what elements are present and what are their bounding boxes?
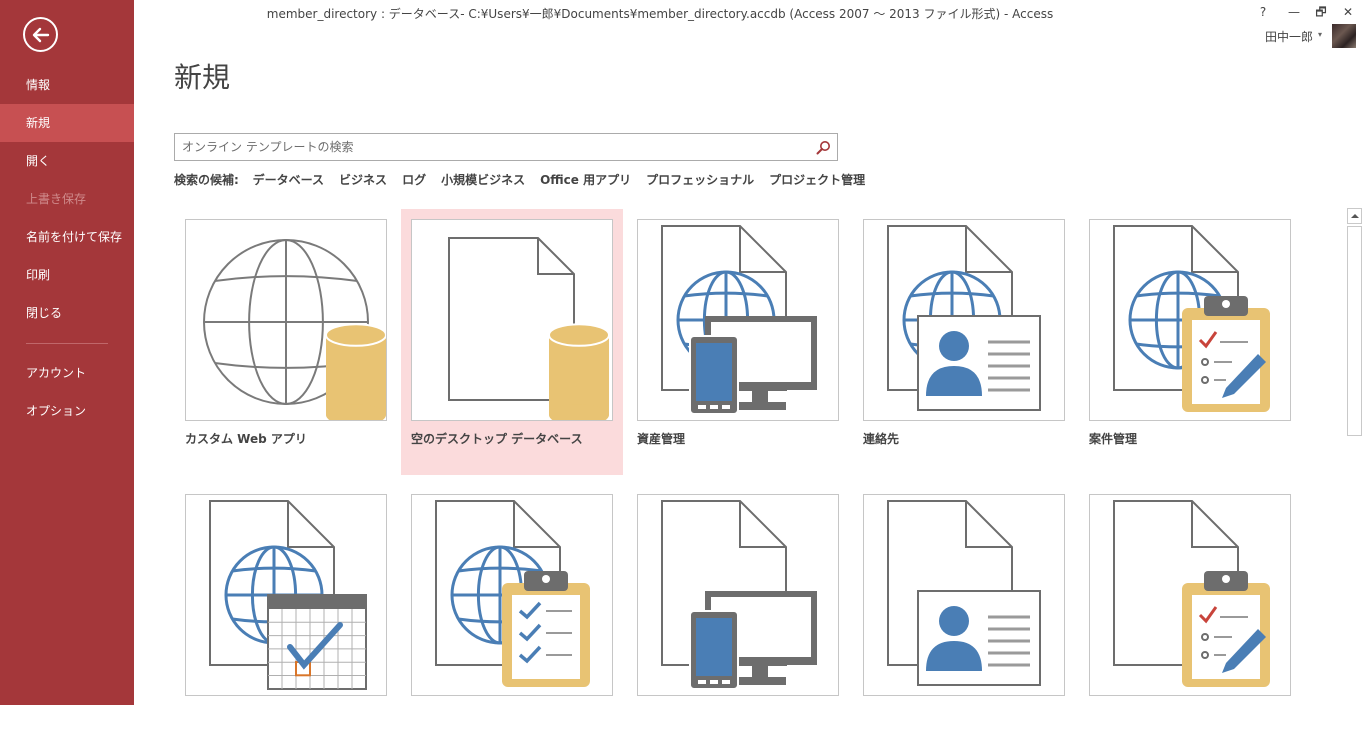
template-tile[interactable] (1089, 494, 1315, 734)
scrollbar-thumb[interactable] (1347, 226, 1362, 436)
nav-separator (26, 343, 108, 344)
template-search-input[interactable] (175, 134, 805, 160)
template-tile[interactable]: 空のデスクトップ データベース (401, 209, 623, 475)
nav-item-save: 上書き保存 (26, 192, 87, 206)
web-clipboard-pen-icon (1113, 225, 1270, 412)
clipboard-pen-icon (1113, 500, 1270, 687)
vertical-scrollbar[interactable] (1347, 208, 1362, 705)
search-icon[interactable] (816, 140, 831, 155)
template-caption: 資産管理 (637, 432, 686, 446)
blank-document-database-icon (448, 237, 610, 420)
nav-item-info[interactable]: 情報 (0, 66, 134, 104)
template-thumbnail (1089, 494, 1291, 696)
template-caption: カスタム Web アプリ (185, 432, 307, 446)
window-title: member_directory : データベース- C:¥Users¥一郎¥D… (266, 7, 1054, 21)
scroll-up-arrow-icon[interactable] (1347, 208, 1362, 224)
devices-icon (661, 500, 817, 690)
search-suggestions: 検索の候補: データベース ビジネス ログ 小規模ビジネス Office 用アプリ プロフ… (174, 171, 880, 188)
user-name[interactable]: 田中一郎 (1265, 28, 1313, 45)
template-thumbnail (185, 494, 387, 696)
web-calendar-check-icon (209, 500, 367, 690)
web-contact-card-icon (887, 225, 1041, 411)
template-thumbnail (185, 219, 387, 421)
template-caption: 空のデスクトップ データベース (411, 432, 583, 446)
web-devices-icon (661, 225, 817, 415)
suggestions-label: 検索の候補: (174, 173, 239, 187)
backstage-nav: 情報 新規 開く上書き保存名前を付けて保存 印刷 閉じるアカウント オプション (0, 0, 134, 705)
page-title: 新規 (174, 61, 231, 94)
nav-item-account[interactable]: アカウント (0, 354, 134, 392)
template-tile[interactable]: 資産管理 (637, 219, 863, 459)
suggestion-link[interactable]: プロフェッショナル (646, 173, 754, 187)
nav-item-new[interactable]: 新規 (0, 104, 134, 142)
template-thumbnail (1089, 219, 1291, 421)
template-tile[interactable]: カスタム Web アプリ (185, 219, 411, 459)
nav-item-open[interactable]: 開く (0, 142, 134, 180)
template-thumbnail (637, 494, 839, 696)
suggestion-link[interactable]: ログ (402, 173, 426, 187)
suggestion-link[interactable]: 小規模ビジネス (441, 173, 525, 187)
nav-item-options[interactable]: オプション (0, 392, 134, 430)
help-button[interactable]: ? (1253, 3, 1273, 21)
restore-button[interactable]: 🗗 (1311, 3, 1331, 21)
template-caption: 連絡先 (863, 432, 900, 446)
template-thumbnail (863, 494, 1065, 696)
nav-item-save-as[interactable]: 名前を付けて保存 (0, 218, 134, 256)
template-thumbnail (863, 219, 1065, 421)
template-search-box (174, 133, 838, 161)
suggestion-link[interactable]: Office 用アプリ (540, 173, 631, 187)
template-tile[interactable] (411, 494, 637, 734)
close-button[interactable]: ✕ (1338, 3, 1358, 21)
template-tile[interactable] (863, 494, 1089, 734)
template-tile[interactable]: 案件管理 (1089, 219, 1315, 459)
back-arrow-icon (32, 27, 50, 43)
user-menu-caret-icon[interactable]: ▾ (1318, 30, 1322, 39)
template-thumbnail (411, 494, 613, 696)
web-clipboard-checklist-icon (435, 500, 590, 687)
suggestion-link[interactable]: プロジェクト管理 (769, 173, 865, 187)
nav-item-close[interactable]: 閉じる (0, 294, 134, 332)
template-caption: 案件管理 (1089, 432, 1138, 446)
template-tile[interactable]: 連絡先 (863, 219, 1089, 459)
globe-database-icon (203, 239, 386, 420)
suggestion-link[interactable]: データベース (253, 173, 324, 187)
avatar[interactable] (1332, 24, 1356, 48)
template-thumbnail (411, 219, 613, 421)
suggestion-link[interactable]: ビジネス (339, 173, 387, 187)
template-tile[interactable] (637, 494, 863, 734)
contact-card-icon (887, 500, 1041, 686)
minimize-button[interactable]: — (1284, 3, 1304, 21)
template-tile[interactable] (185, 494, 411, 734)
template-thumbnail (637, 219, 839, 421)
back-button[interactable] (23, 17, 58, 52)
nav-item-print[interactable]: 印刷 (0, 256, 134, 294)
